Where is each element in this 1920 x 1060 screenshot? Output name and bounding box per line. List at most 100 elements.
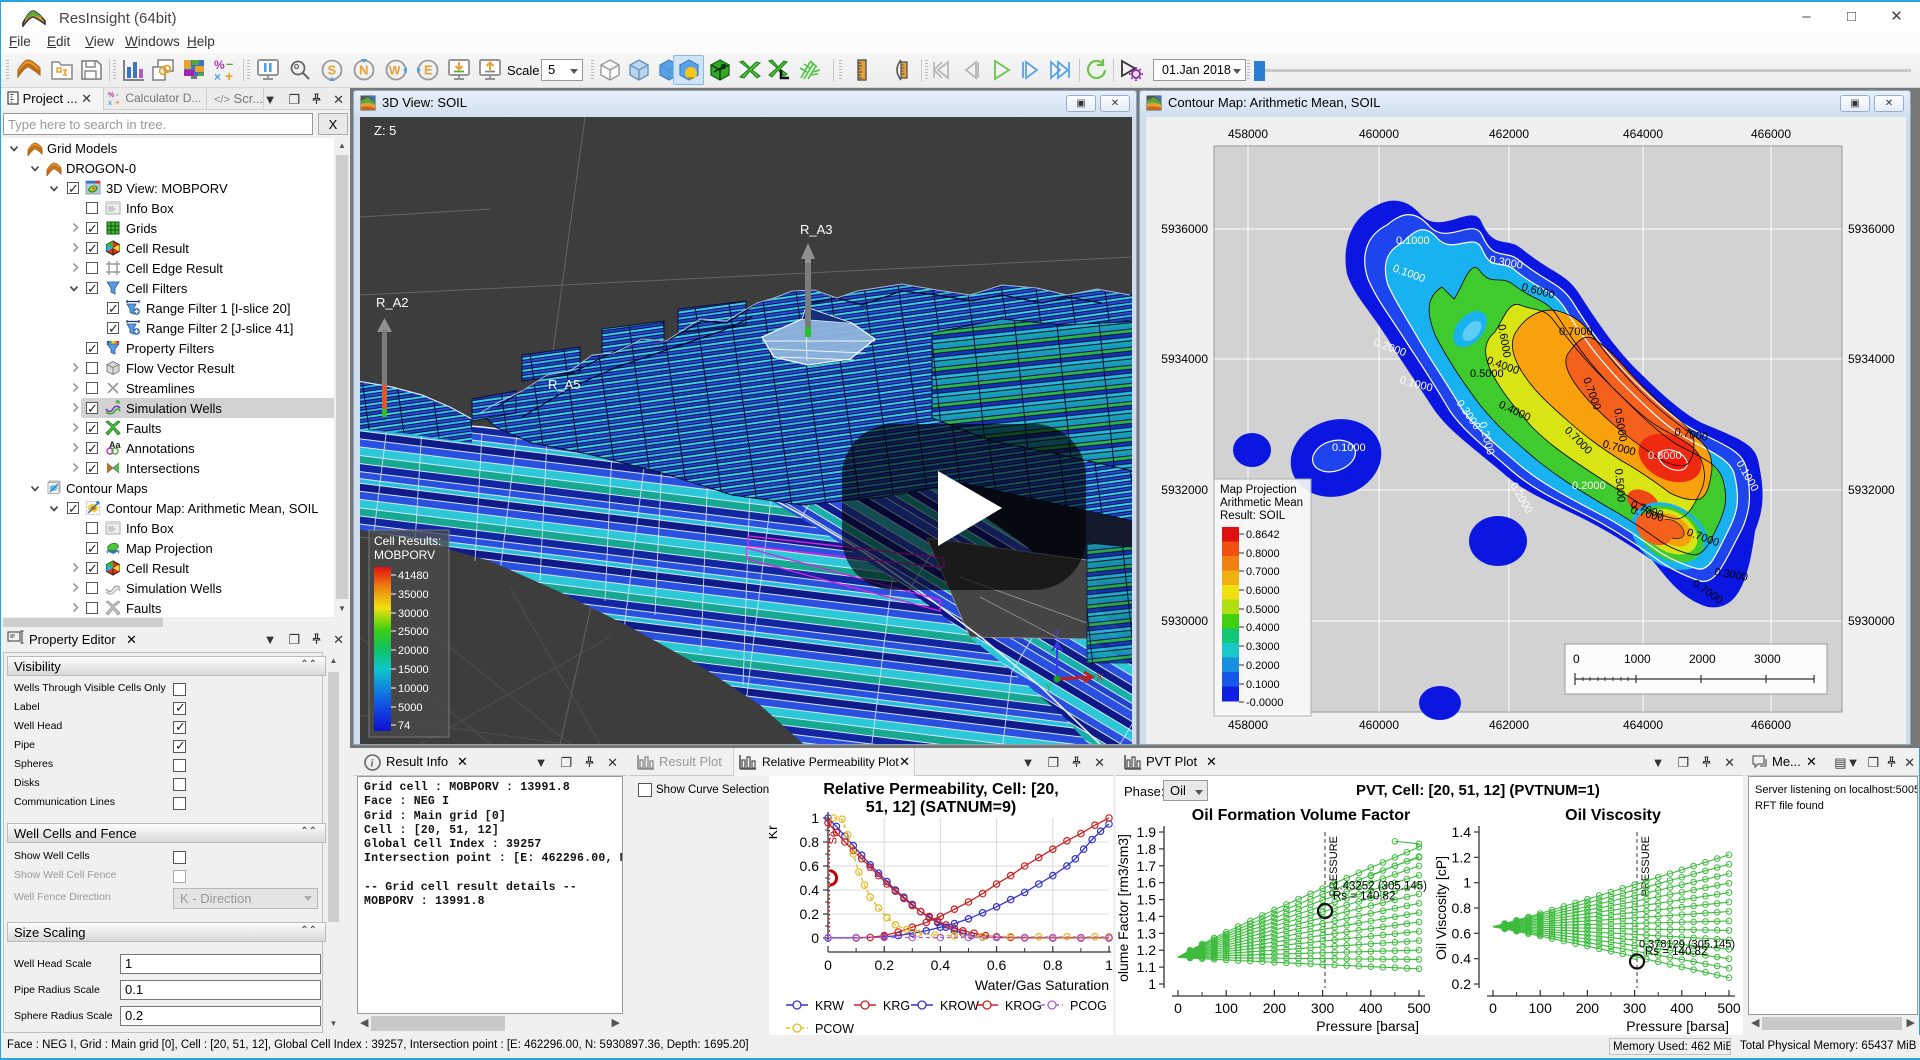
svg-text:3000: 3000 bbox=[1754, 652, 1781, 666]
svg-text:5932000: 5932000 bbox=[1161, 483, 1208, 497]
svg-text:462000: 462000 bbox=[1489, 718, 1529, 732]
svg-text:0.8642: 0.8642 bbox=[1246, 529, 1280, 541]
svg-text:0.8000: 0.8000 bbox=[1648, 450, 1682, 462]
svg-text:458000: 458000 bbox=[1228, 718, 1268, 732]
svg-text:1: 1 bbox=[1463, 875, 1471, 891]
svg-text:458000: 458000 bbox=[1228, 127, 1268, 141]
svg-text:1.5: 1.5 bbox=[1137, 892, 1157, 908]
svg-text:0.1000: 0.1000 bbox=[1332, 442, 1366, 454]
svg-text:35000: 35000 bbox=[398, 589, 429, 601]
svg-text:x: x bbox=[108, 100, 112, 105]
svg-text:1.8: 1.8 bbox=[1137, 841, 1157, 857]
svg-text:0.1000: 0.1000 bbox=[1246, 679, 1280, 691]
svg-text:20000: 20000 bbox=[398, 645, 429, 657]
svg-text:Result: SOIL: Result: SOIL bbox=[1220, 510, 1286, 522]
svg-text:Y: Y bbox=[1045, 682, 1053, 694]
svg-text:1.2: 1.2 bbox=[1137, 942, 1157, 958]
svg-text:Map Projection: Map Projection bbox=[1220, 484, 1297, 496]
svg-text:W: W bbox=[389, 64, 401, 78]
svg-text:1.7: 1.7 bbox=[1137, 858, 1157, 874]
svg-text:Oil Formation Volume Factor: Oil Formation Volume Factor bbox=[1192, 807, 1410, 824]
svg-text:0.1000: 0.1000 bbox=[1396, 235, 1430, 247]
svg-text:15000: 15000 bbox=[398, 664, 429, 676]
svg-text:0.4: 0.4 bbox=[800, 882, 820, 898]
svg-text:1.9: 1.9 bbox=[1137, 824, 1157, 840]
svg-text:KROG: KROG bbox=[1005, 999, 1042, 1013]
svg-text:300: 300 bbox=[1311, 1000, 1335, 1016]
svg-text:Relative Permeability, Cell: [: Relative Permeability, Cell: [20, bbox=[823, 781, 1058, 798]
svg-text:Pressure [barsa]: Pressure [barsa] bbox=[1626, 1018, 1729, 1034]
svg-text:1.6: 1.6 bbox=[1137, 875, 1157, 891]
svg-text:0.8: 0.8 bbox=[800, 834, 820, 850]
svg-text:200: 200 bbox=[1576, 1000, 1600, 1016]
svg-text:100: 100 bbox=[1215, 1000, 1239, 1016]
svg-text:466000: 466000 bbox=[1751, 718, 1791, 732]
svg-text:Z: 5: Z: 5 bbox=[374, 123, 396, 138]
svg-text:5930000: 5930000 bbox=[1848, 614, 1895, 628]
svg-text:0.7000: 0.7000 bbox=[1559, 326, 1593, 338]
svg-text:KRG: KRG bbox=[883, 999, 910, 1013]
svg-text:Kr: Kr bbox=[769, 825, 780, 839]
svg-text:0.4000: 0.4000 bbox=[1246, 622, 1280, 634]
svg-text:0.3000: 0.3000 bbox=[1246, 641, 1280, 653]
svg-text:500: 500 bbox=[1717, 1000, 1741, 1016]
svg-text:0.6: 0.6 bbox=[1452, 925, 1472, 941]
svg-text:Cell Results:: Cell Results: bbox=[374, 534, 441, 548]
svg-text:N: N bbox=[359, 63, 368, 78]
svg-text:25000: 25000 bbox=[398, 626, 429, 638]
svg-text:0: 0 bbox=[1573, 652, 1580, 666]
svg-text:0.5000: 0.5000 bbox=[1470, 368, 1504, 380]
svg-text:0.6: 0.6 bbox=[800, 858, 820, 874]
svg-text:Pressure [barsa]: Pressure [barsa] bbox=[1316, 1018, 1419, 1034]
svg-text:0.7000: 0.7000 bbox=[1246, 566, 1280, 578]
svg-text:5936000: 5936000 bbox=[1161, 222, 1208, 236]
svg-text:KROW: KROW bbox=[940, 999, 979, 1013]
svg-text:1000: 1000 bbox=[1624, 652, 1651, 666]
svg-text:KRW: KRW bbox=[815, 999, 844, 1013]
svg-text:i: i bbox=[371, 758, 375, 770]
svg-text:1.3: 1.3 bbox=[1137, 925, 1157, 941]
svg-text:0.8: 0.8 bbox=[1452, 900, 1472, 916]
svg-text:462000: 462000 bbox=[1489, 127, 1529, 141]
svg-text:+: + bbox=[115, 98, 120, 105]
svg-text:Oil Viscosity [cP]: Oil Viscosity [cP] bbox=[1433, 856, 1449, 960]
svg-text:500: 500 bbox=[1407, 1000, 1431, 1016]
svg-text:5934000: 5934000 bbox=[1161, 352, 1208, 366]
svg-text:0.5000: 0.5000 bbox=[1246, 604, 1280, 616]
svg-text:0.2000: 0.2000 bbox=[1246, 660, 1280, 672]
svg-text:+: + bbox=[225, 68, 233, 82]
svg-text:5930000: 5930000 bbox=[1161, 614, 1208, 628]
svg-text:464000: 464000 bbox=[1623, 718, 1663, 732]
svg-text:2000: 2000 bbox=[1689, 652, 1716, 666]
svg-text:MOBPORV: MOBPORV bbox=[374, 548, 435, 562]
svg-text:0: 0 bbox=[824, 957, 832, 973]
svg-text:100: 100 bbox=[1529, 1000, 1553, 1016]
svg-text:Arithmetic Mean: Arithmetic Mean bbox=[1220, 497, 1303, 509]
svg-text:S: S bbox=[328, 63, 337, 78]
svg-text:0.8000: 0.8000 bbox=[1246, 548, 1280, 560]
svg-text:1.4: 1.4 bbox=[1452, 824, 1472, 840]
svg-text:400: 400 bbox=[1359, 1000, 1383, 1016]
svg-text:×: × bbox=[214, 70, 221, 82]
svg-text:5936000: 5936000 bbox=[1848, 222, 1895, 236]
svg-text:0.4: 0.4 bbox=[1452, 951, 1472, 967]
svg-text:0: 0 bbox=[1174, 1000, 1182, 1016]
svg-text:Water/Gas Saturation: Water/Gas Saturation bbox=[975, 977, 1109, 993]
svg-text:1: 1 bbox=[811, 810, 819, 826]
svg-text:1.4: 1.4 bbox=[1137, 908, 1157, 924]
svg-text:Rs = 140.82: Rs = 140.82 bbox=[1333, 891, 1395, 903]
svg-text:R_A3: R_A3 bbox=[800, 222, 833, 237]
svg-text:0: 0 bbox=[1489, 1000, 1497, 1016]
svg-text:Rs = 140.82: Rs = 140.82 bbox=[1645, 946, 1707, 958]
svg-text:PCOG: PCOG bbox=[1070, 999, 1107, 1013]
svg-text:30000: 30000 bbox=[398, 608, 429, 620]
svg-text:R_A2: R_A2 bbox=[376, 295, 409, 310]
svg-text:olume Factor [rm3/sm3]: olume Factor [rm3/sm3] bbox=[1116, 834, 1131, 982]
svg-text:1: 1 bbox=[1148, 976, 1156, 992]
svg-text:464000: 464000 bbox=[1623, 127, 1663, 141]
svg-text:0.4: 0.4 bbox=[931, 957, 951, 973]
svg-text:R_A5: R_A5 bbox=[548, 377, 581, 392]
svg-text:10000: 10000 bbox=[398, 683, 429, 695]
svg-text:0.2000: 0.2000 bbox=[1572, 480, 1606, 492]
svg-text:5000: 5000 bbox=[398, 702, 422, 714]
